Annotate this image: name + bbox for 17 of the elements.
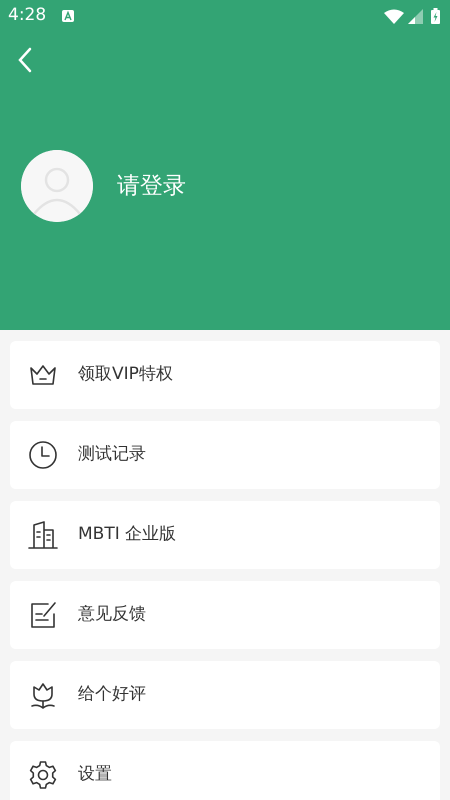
menu-item[interactable]: 给个好评 (10, 661, 440, 729)
signal-icon (408, 8, 423, 24)
settings-icon (28, 760, 58, 790)
menu-item[interactable]: 测试记录 (10, 421, 440, 489)
status-time: 4:28 (8, 4, 46, 28)
wifi-icon (384, 8, 404, 24)
menu-item[interactable]: MBTI 企业版 (10, 501, 440, 569)
edit-icon (28, 600, 58, 630)
battery-icon (431, 8, 440, 24)
menu-item[interactable]: 意见反馈 (10, 581, 440, 649)
flower-icon (28, 680, 58, 710)
menu-item[interactable]: 领取VIP特权 (10, 341, 440, 409)
notification-icon (62, 10, 74, 22)
avatar-icon[interactable] (21, 150, 93, 222)
menu-item[interactable]: 设置 (10, 741, 440, 800)
clock-icon (28, 440, 58, 470)
building-icon (28, 520, 58, 550)
